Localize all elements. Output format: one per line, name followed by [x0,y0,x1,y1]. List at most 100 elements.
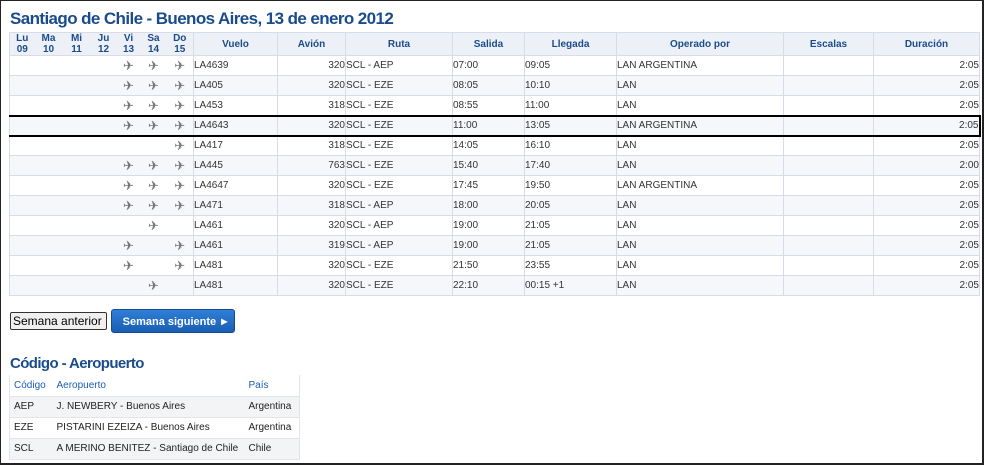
cell-vuelo: LA453 [193,95,278,116]
cell-operado: LAN [616,95,784,116]
cell-duracion: 2:05 [873,135,980,156]
day-cell-wed [62,235,91,256]
day-cell-tue [34,195,63,216]
schedule-header-row: Lu 09 Ma 10 Mi 11 Ju 12 Vi 13 Sa 14 Do 15 Vuelo… [9,32,980,56]
day-cell-thu [90,75,117,96]
airport-cell-codigo: SCL [9,438,53,460]
cell-llegada: 10:10 [524,75,617,96]
day-cell-thu [90,195,117,216]
day-header-wed: Mi 11 [62,32,91,56]
day-cell-tue [34,255,63,276]
cell-avion: 318 [277,135,346,156]
cell-ruta: SCL - EZE [345,135,453,156]
cell-llegada: 19:50 [524,175,617,196]
cell-llegada: 16:10 [524,135,617,156]
airplane-icon: ✈ [123,78,134,93]
day-cell-fri: ✈ [116,75,141,96]
day-cell-sun: ✈ [166,55,194,76]
day-cell-thu [90,215,117,236]
cell-salida: 21:50 [452,255,525,276]
airplane-icon: ✈ [148,58,159,73]
flight-row[interactable]: ✈ ✈ ✈ LA4643 320 SCL - EZE 11:00 13:05 LAN ARGEN… [9,114,981,137]
day-cell-mon [9,275,35,296]
day-cell-sun: ✈ [166,195,194,216]
flight-row[interactable]: ✈ ✈ ✈ LA4647 320 SCL - EZE 17:45 19:50 LAN ARGEN… [9,175,980,196]
day-header-sat: Sa 14 [140,32,167,56]
cell-avion: 319 [277,235,346,256]
cell-llegada: 21:05 [524,215,617,236]
day-cell-fri [116,215,141,236]
cell-avion: 320 [277,255,346,276]
previous-week-button[interactable]: Semana anterior [10,312,107,330]
airplane-icon: ✈ [123,97,134,113]
day-cell-wed [62,114,91,137]
flight-row[interactable]: ✈ LA417 318 SCL - EZE 14:05 16:10 LAN 2:05 [9,135,980,156]
flight-rows: ✈ ✈ ✈ LA4639 320 SCL - AEP 07:00 09:05 LAN ARGEN… [9,55,981,296]
airport-cell-pais: Chile [244,438,300,460]
cell-operado: LAN ARGENTINA [616,114,784,137]
day-cell-fri [116,275,141,296]
day-cell-wed [62,95,91,116]
day-cell-sat: ✈ [140,215,167,236]
day-cell-mon [9,55,35,76]
cell-avion: 763 [277,155,346,176]
cell-salida: 14:05 [452,135,525,156]
cell-escalas [783,195,874,216]
flight-row[interactable]: ✈ ✈ LA481 320 SCL - EZE 21:50 23:55 LAN 2:05 [9,255,980,276]
cell-vuelo: LA461 [193,235,278,256]
day-cell-thu [90,95,117,116]
cell-escalas [783,55,874,76]
cell-llegada: 13:05 [524,114,617,137]
flight-row[interactable]: ✈ ✈ ✈ LA471 318 SCL - AEP 18:00 20:05 LAN 2:05 [9,195,980,216]
flight-row[interactable]: ✈ ✈ ✈ LA453 318 SCL - EZE 08:55 11:00 LAN 2:05 [9,95,980,116]
cell-salida: 17:45 [452,175,525,196]
flight-row[interactable]: ✈ LA461 320 SCL - AEP 19:00 21:05 LAN 2:05 [9,215,980,236]
day-cell-sun: ✈ [166,235,194,256]
day-cell-sat: ✈ [140,95,167,116]
day-cell-thu [90,114,117,137]
cell-escalas [783,235,874,256]
airplane-icon: ✈ [148,97,159,113]
column-header-ruta: Ruta [345,32,453,56]
day-header-thu: Ju 12 [90,32,117,56]
day-cell-sat [140,235,167,256]
airport-row: AEP J. NEWBERY - Buenos Aires Argentina [9,396,300,418]
day-cell-sat: ✈ [140,55,167,76]
day-cell-tue [34,135,63,156]
day-cell-sat: ✈ [140,195,167,216]
flight-row[interactable]: ✈ ✈ ✈ LA445 763 SCL - EZE 15:40 17:40 LAN 2:00 [9,155,980,176]
day-cell-wed [62,135,91,156]
cell-operado: LAN [616,155,784,176]
cell-operado: LAN [616,255,784,276]
day-cell-mon [9,135,35,156]
cell-salida: 07:00 [452,55,525,76]
cell-duracion: 2:00 [873,155,980,176]
flight-row[interactable]: ✈ ✈ ✈ LA4639 320 SCL - AEP 07:00 09:05 LAN ARGEN… [9,55,980,76]
day-cell-mon [9,155,35,176]
flight-row[interactable]: ✈ LA481 320 SCL - EZE 22:10 00:15 +1 LAN 2:05 [9,275,980,296]
airplane-icon: ✈ [174,238,186,253]
airport-cell-aeropuerto: PISTARINI EZEIZA - Buenos Aires [52,417,245,439]
day-header-tue: Ma 10 [34,32,63,56]
column-header-operado: Operado por [616,32,784,56]
cell-escalas [783,135,874,156]
day-cell-tue [34,215,63,236]
cell-operado: LAN [616,75,784,96]
cell-llegada: 17:40 [524,155,617,176]
cell-avion: 320 [277,55,346,76]
flight-row[interactable]: ✈ ✈ ✈ LA405 320 SCL - EZE 08:05 10:10 LAN 2:05 [9,75,980,96]
day-cell-sat: ✈ [140,175,167,196]
day-cell-sat [140,255,167,276]
day-cell-wed [62,175,91,196]
column-header-vuelo: Vuelo [193,32,278,56]
day-header-mon: Lu 09 [9,32,35,56]
next-week-label: Semana siguiente [122,316,217,328]
cell-avion: 320 [277,275,346,296]
cell-salida: 22:10 [452,275,525,296]
next-week-button[interactable]: Semana siguiente ▶ [111,309,235,333]
flight-row[interactable]: ✈ ✈ LA461 319 SCL - AEP 19:00 21:05 LAN 2:05 [9,235,980,256]
cell-ruta: SCL - EZE [345,114,453,137]
day-cell-tue [34,114,63,137]
airplane-icon: ✈ [123,198,134,213]
day-cell-sun [166,275,194,296]
